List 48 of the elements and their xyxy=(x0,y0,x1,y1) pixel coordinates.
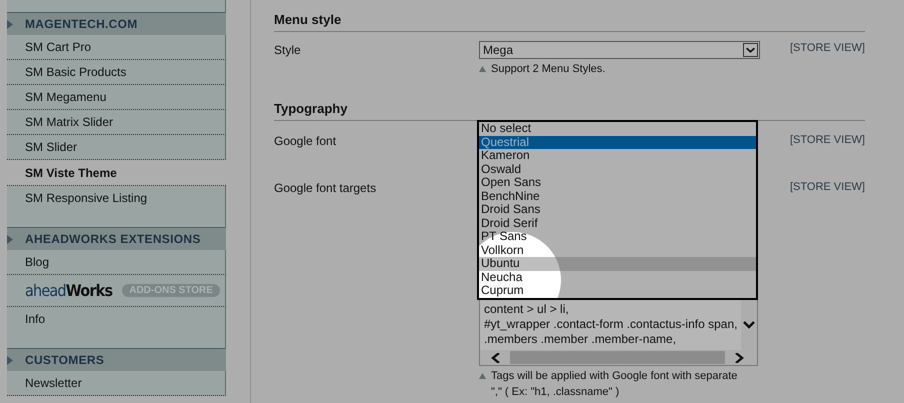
scope-label: [STORE VIEW] xyxy=(789,134,865,148)
triangle-icon xyxy=(479,373,486,379)
scroll-down-icon[interactable] xyxy=(743,320,755,330)
section-title: Menu style xyxy=(274,12,865,32)
scrollbar-thumb[interactable] xyxy=(510,351,725,364)
dropdown-option[interactable]: Open Sans xyxy=(479,176,756,190)
sidebar-section-header[interactable]: CUSTOMERS xyxy=(7,349,226,371)
scope-label: [STORE VIEW] xyxy=(789,181,865,195)
dropdown-option[interactable]: PT Sans xyxy=(479,230,756,244)
scroll-right-icon[interactable] xyxy=(733,352,745,362)
dropdown-option[interactable]: No select xyxy=(479,122,756,136)
field-note: Support 2 Menu Styles. xyxy=(491,62,606,77)
caret-icon xyxy=(743,43,758,57)
sidebar-item[interactable]: SM Basic Products xyxy=(7,60,226,85)
field-label: Style xyxy=(274,42,302,59)
field-note: "," ( Ex: "h1, .classname" ) xyxy=(491,385,620,400)
style-select[interactable]: Mega xyxy=(479,41,760,59)
scroll-left-icon[interactable] xyxy=(490,352,502,362)
triangle-icon xyxy=(7,356,13,365)
dropdown-option[interactable]: Neucha xyxy=(479,270,756,284)
sidebar-item[interactable]: SM Megamenu xyxy=(7,85,226,110)
dropdown-option[interactable]: Oswald xyxy=(479,162,756,176)
dropdown-option[interactable]: BenchNine xyxy=(479,190,756,203)
dropdown-option[interactable]: Cuprum xyxy=(479,284,756,298)
dropdown-option[interactable]: Ubuntu xyxy=(479,257,756,270)
sidebar-item[interactable]: Info xyxy=(7,307,226,349)
sidebar-section-header[interactable]: MAGENTECH.COM xyxy=(7,13,226,35)
dropdown-option[interactable]: Vollkorn xyxy=(479,244,756,257)
sidebar-item[interactable]: Blog xyxy=(7,250,226,275)
field-note: Tags will be applied with Google font with separate xyxy=(491,369,738,384)
dropdown-option[interactable]: Questrial xyxy=(479,136,756,149)
sidebar-item[interactable]: SM Matrix Slider xyxy=(7,110,226,135)
dropdown-option[interactable]: Droid Sans xyxy=(479,203,756,216)
triangle-icon xyxy=(7,20,13,29)
scope-label: [STORE VIEW] xyxy=(789,41,865,56)
brand-logo[interactable]: aheadWorks xyxy=(25,281,112,300)
field-label: Google font targets xyxy=(274,181,378,197)
dropdown-option[interactable]: Droid Serif xyxy=(479,216,756,230)
sidebar-item[interactable]: SM Cart Pro xyxy=(7,35,226,60)
field-label: Google font xyxy=(274,134,338,150)
triangle-icon xyxy=(7,235,13,244)
targets-textarea[interactable]: content > ul > li, #yt_wrapper .contact-form .contactus-info span, .members .member .member-name, xyxy=(479,298,758,366)
sidebar-section-header[interactable]: AHEADWORKS EXTENSIONS xyxy=(7,228,226,250)
dropdown-option[interactable]: Kameron xyxy=(479,149,756,162)
sidebar-item[interactable]: SM Responsive Listing xyxy=(7,186,226,228)
sidebar-item[interactable]: SM Slider xyxy=(7,135,226,160)
triangle-icon xyxy=(479,66,486,72)
sidebar-item[interactable]: Newsletter xyxy=(7,371,226,396)
